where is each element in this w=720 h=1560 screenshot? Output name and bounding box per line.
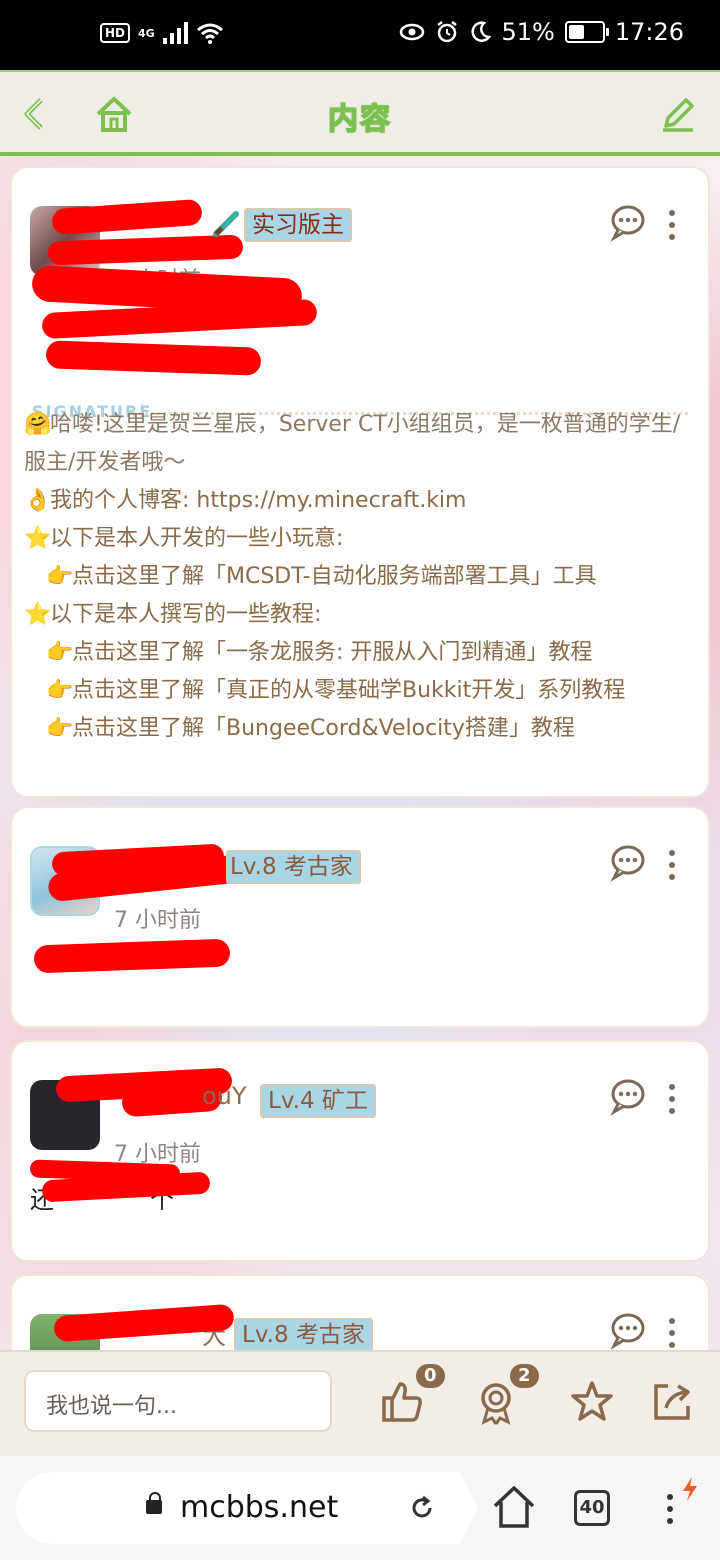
- post-time: 7 小时前: [114, 908, 201, 933]
- pointing-hand-emoji-icon: 👉: [46, 564, 74, 589]
- tutorial-link[interactable]: 👉点击这里了解「一条龙服务: 开服从入门到精通」教程: [24, 634, 696, 672]
- hd-indicator: HD: [100, 23, 131, 43]
- alarm-icon: [437, 21, 458, 43]
- sword-icon: [213, 211, 239, 237]
- username-visible[interactable]: ouY: [202, 1082, 247, 1110]
- redaction-mark: [45, 340, 262, 376]
- blog-link[interactable]: 👌我的个人博客: https://my.minecraft.kim: [24, 482, 696, 520]
- hug-emoji-icon: 🤗: [24, 412, 52, 437]
- star-emoji-icon: ⭐: [24, 602, 52, 627]
- share-icon[interactable]: [648, 1378, 696, 1426]
- lock-icon: [146, 1492, 162, 1514]
- reload-icon[interactable]: [408, 1494, 436, 1522]
- wifi-icon: [196, 23, 223, 44]
- redaction-mark: [51, 198, 203, 236]
- pointing-hand-emoji-icon: 👉: [46, 716, 74, 741]
- like-count: 0: [416, 1364, 445, 1388]
- reply-bubble-icon[interactable]: [608, 1076, 648, 1116]
- reward-count: 2: [510, 1364, 539, 1388]
- signature-block: 🤗哈喽!这里是贺兰星辰，Server CT小组组员，是一枚普通的学生/服主/开发…: [24, 406, 696, 748]
- moon-icon: [471, 21, 492, 42]
- dev-heading: 以下是本人开发的一些小玩意:: [50, 526, 344, 551]
- reply-bubble-icon[interactable]: [608, 202, 648, 242]
- lightning-icon: [683, 1477, 697, 1501]
- more-menu-icon[interactable]: [668, 1318, 676, 1354]
- address-bar[interactable]: mcbbs.net: [16, 1472, 478, 1544]
- dev-item-link[interactable]: 👉点击这里了解「MCSDT-自动化服务端部署工具」工具: [24, 558, 696, 596]
- page-title: 内容: [327, 101, 392, 138]
- ok-hand-emoji-icon: 👌: [24, 488, 52, 513]
- signature-intro: 哈喽!这里是贺兰星辰，Server CT小组组员，是一枚普通的学生/服主/开发者…: [24, 412, 681, 475]
- star-emoji-icon: ⭐: [24, 526, 52, 551]
- home-icon[interactable]: [492, 1484, 536, 1530]
- tab-switcher-button[interactable]: 40: [574, 1490, 610, 1526]
- battery-icon: [564, 21, 609, 43]
- user-badge: 实习版主: [244, 208, 352, 242]
- post-card: Lv.8 考古家 7 小时前: [10, 806, 710, 1028]
- browser-menu-icon[interactable]: [666, 1494, 674, 1530]
- browser-toolbar: mcbbs.net 40: [0, 1456, 720, 1560]
- reward-medal-icon[interactable]: [472, 1378, 520, 1426]
- more-menu-icon[interactable]: [668, 210, 676, 246]
- reply-bubble-icon[interactable]: [608, 842, 648, 882]
- reply-bubble-icon[interactable]: [608, 1310, 648, 1350]
- comment-input[interactable]: 我也说一句...: [24, 1370, 332, 1432]
- pointing-hand-emoji-icon: 👉: [46, 640, 74, 665]
- tutorial-link[interactable]: 👉点击这里了解「BungeeCord&Velocity搭建」教程: [24, 710, 696, 748]
- user-badge: Lv.4 矿工: [260, 1084, 376, 1118]
- clock: 17:26: [614, 18, 684, 46]
- star-favorite-icon[interactable]: [568, 1378, 616, 1426]
- thumbs-up-icon[interactable]: [378, 1378, 426, 1426]
- more-menu-icon[interactable]: [668, 850, 676, 886]
- comment-action-bar: 我也说一句... 0 2: [0, 1350, 720, 1456]
- user-badge: Lv.8 考古家: [226, 850, 361, 884]
- redaction-mark: [33, 938, 231, 974]
- tutorial-heading: 以下是本人撰写的一些教程:: [50, 602, 322, 627]
- url-text: mcbbs.net: [180, 1490, 339, 1525]
- post-card: 实习版主 7 小时前 SIGNATURE 🤗哈喽!这里是贺兰星辰，Server …: [10, 166, 710, 798]
- tutorial-link[interactable]: 👉点击这里了解「真正的从零基础学Bukkit开发」系列教程: [24, 672, 696, 710]
- network-type: 4G: [138, 26, 155, 40]
- eye-icon: [400, 23, 425, 41]
- status-bar: HD 4G 51% 17:26: [0, 0, 720, 70]
- pointing-hand-emoji-icon: 👉: [46, 678, 74, 703]
- battery-percent: 51%: [501, 18, 555, 46]
- user-badge: Lv.8 考古家: [234, 1318, 373, 1352]
- signal-icon: [162, 22, 188, 44]
- more-menu-icon[interactable]: [668, 1084, 676, 1120]
- top-nav-bar: 内容: [0, 70, 720, 156]
- post-card: ouY Lv.4 矿工 7 小时前 还 个: [10, 1040, 710, 1262]
- edit-pencil-icon[interactable]: [656, 92, 700, 136]
